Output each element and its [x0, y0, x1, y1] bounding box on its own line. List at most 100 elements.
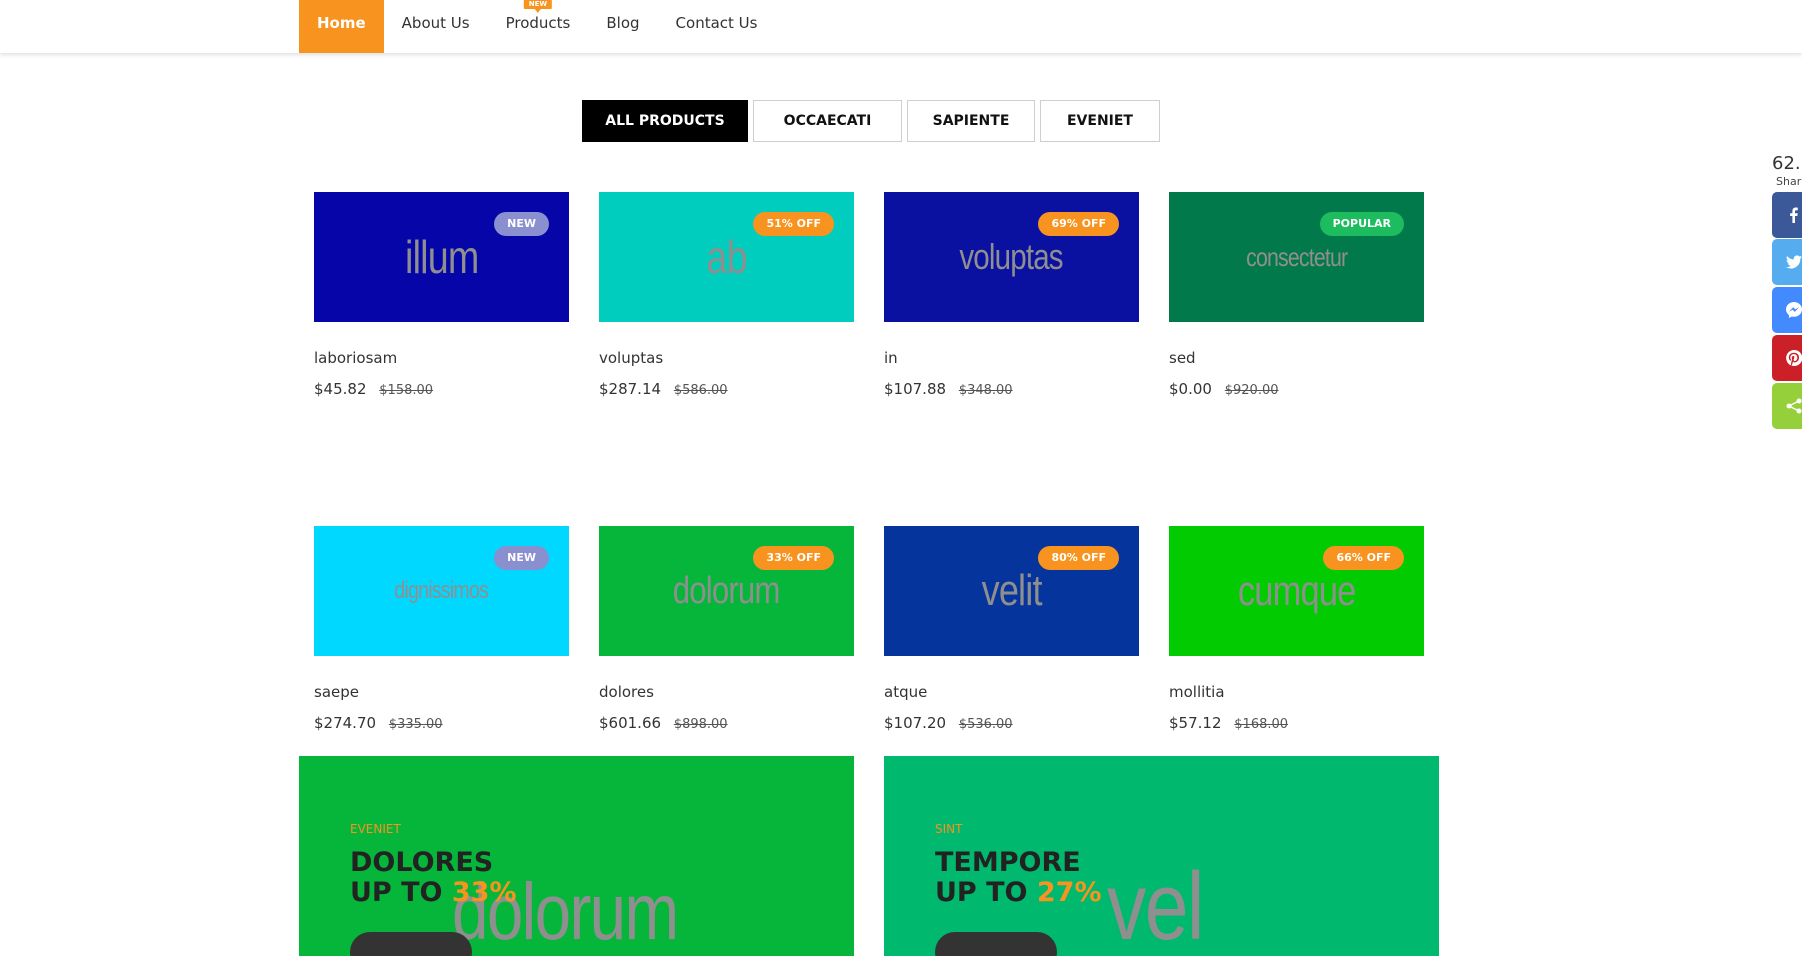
new-badge: NEW [523, 0, 553, 13]
top-navigation-bar: Home About Us NEW Products Blog Contact … [0, 0, 1802, 53]
product-card[interactable]: dignissimos NEW saepe $274.70 $335.00 [314, 526, 569, 732]
banner-title: TEMPORE UP TO 27% [935, 848, 1102, 908]
product-prices: $274.70 $335.00 [314, 714, 569, 732]
facebook-share-button[interactable] [1772, 192, 1802, 238]
product-card[interactable]: illum NEW laboriosam $45.82 $158.00 [314, 192, 569, 398]
product-badge: 66% OFF [1323, 546, 1404, 570]
product-image-text: consectetur [1245, 241, 1348, 272]
product-price: $601.66 [599, 714, 662, 732]
product-price: $57.12 [1169, 714, 1222, 732]
nav-contact-us[interactable]: Contact Us [658, 0, 776, 53]
product-image-text: velit [981, 566, 1042, 615]
product-old-price: $920.00 [1224, 383, 1279, 398]
more-share-button[interactable] [1772, 383, 1802, 429]
product-image[interactable]: consectetur POPULAR [1169, 192, 1424, 322]
share-label: Shar [1776, 175, 1802, 188]
product-card[interactable]: cumque 66% OFF mollitia $57.12 $168.00 [1169, 526, 1424, 732]
product-prices: $601.66 $898.00 [599, 714, 854, 732]
tab-all-products[interactable]: ALL PRODUCTS [582, 100, 748, 142]
messenger-share-button[interactable] [1772, 287, 1802, 333]
banner-title-line1: TEMPORE [935, 847, 1081, 878]
product-price: $107.20 [884, 714, 947, 732]
banner-shop-button[interactable] [350, 932, 472, 956]
product-image[interactable]: dolorum 33% OFF [599, 526, 854, 656]
product-filter-tabs: ALL PRODUCTS OCCAECATI SAPIENTE EVENIET [582, 100, 1160, 142]
product-image-text: dignissimos [394, 577, 490, 604]
product-image[interactable]: dignissimos NEW [314, 526, 569, 656]
product-old-price: $898.00 [673, 717, 728, 732]
product-name[interactable]: voluptas [599, 349, 854, 367]
pinterest-icon [1786, 350, 1802, 366]
tab-occaecati[interactable]: OCCAECATI [753, 100, 902, 142]
product-prices: $0.00 $920.00 [1169, 380, 1424, 398]
product-name[interactable]: dolores [599, 683, 854, 701]
tab-sapiente[interactable]: SAPIENTE [907, 100, 1035, 142]
tab-eveniet[interactable]: EVENIET [1040, 100, 1160, 142]
nav-about-us[interactable]: About Us [384, 0, 488, 53]
product-name[interactable]: in [884, 349, 1139, 367]
product-badge: NEW [494, 546, 549, 570]
product-old-price: $335.00 [388, 717, 443, 732]
product-image-text: ab [706, 231, 747, 283]
product-price: $0.00 [1169, 380, 1212, 398]
nav-products[interactable]: NEW Products [488, 0, 589, 53]
pinterest-share-button[interactable] [1772, 335, 1802, 381]
product-price: $107.88 [884, 380, 947, 398]
product-card[interactable]: voluptas 69% OFF in $107.88 $348.00 [884, 192, 1139, 398]
product-prices: $45.82 $158.00 [314, 380, 569, 398]
product-name[interactable]: laboriosam [314, 349, 569, 367]
product-badge: NEW [494, 212, 549, 236]
product-badge: POPULAR [1319, 212, 1404, 236]
banner-bg-text: vel [1107, 853, 1204, 956]
promo-banner[interactable]: dolorum EVENIET DOLORES UP TO 33% [299, 756, 854, 956]
product-name[interactable]: saepe [314, 683, 569, 701]
product-card[interactable]: ab 51% OFF voluptas $287.14 $586.00 [599, 192, 854, 398]
product-image-text: cumque [1237, 567, 1356, 614]
banner-tag: EVENIET [350, 822, 401, 836]
product-card[interactable]: dolorum 33% OFF dolores $601.66 $898.00 [599, 526, 854, 732]
promo-banner[interactable]: vel SINT TEMPORE UP TO 27% [884, 756, 1439, 956]
product-image[interactable]: cumque 66% OFF [1169, 526, 1424, 656]
product-badge: 51% OFF [753, 212, 834, 236]
banner-title: DOLORES UP TO 33% [350, 848, 517, 908]
product-card[interactable]: velit 80% OFF atque $107.20 $536.00 [884, 526, 1139, 732]
share-count: 62. [1772, 153, 1801, 174]
product-old-price: $536.00 [958, 717, 1013, 732]
product-image[interactable]: ab 51% OFF [599, 192, 854, 322]
share-icon [1786, 398, 1802, 414]
product-image[interactable]: voluptas 69% OFF [884, 192, 1139, 322]
banner-up-to: UP TO [935, 877, 1028, 908]
product-image-text: illum [404, 231, 479, 283]
banner-percent: 33% [451, 877, 517, 908]
product-old-price: $168.00 [1234, 717, 1289, 732]
banner-title-line1: DOLORES [350, 847, 494, 878]
banner-tag: SINT [935, 822, 963, 836]
facebook-icon [1790, 207, 1798, 223]
product-card[interactable]: consectetur POPULAR sed $0.00 $920.00 [1169, 192, 1424, 398]
banner-up-to: UP TO [350, 877, 443, 908]
product-grid: illum NEW laboriosam $45.82 $158.00 ab 5… [314, 192, 1424, 732]
product-name[interactable]: sed [1169, 349, 1424, 367]
product-prices: $287.14 $586.00 [599, 380, 854, 398]
product-price: $45.82 [314, 380, 367, 398]
product-image-text: voluptas [959, 236, 1064, 277]
banner-percent: 27% [1036, 877, 1102, 908]
product-price: $274.70 [314, 714, 377, 732]
banner-shop-button[interactable] [935, 932, 1057, 956]
main-nav: Home About Us NEW Products Blog Contact … [299, 0, 775, 53]
nav-products-label: Products [505, 14, 571, 32]
product-image[interactable]: illum NEW [314, 192, 569, 322]
product-prices: $107.88 $348.00 [884, 380, 1139, 398]
banner-title-line2: UP TO 27% [935, 878, 1102, 908]
product-price: $287.14 [599, 380, 662, 398]
product-name[interactable]: mollitia [1169, 683, 1424, 701]
product-image-text: dolorum [673, 569, 781, 612]
product-image[interactable]: velit 80% OFF [884, 526, 1139, 656]
product-name[interactable]: atque [884, 683, 1139, 701]
messenger-icon [1786, 302, 1802, 318]
product-badge: 33% OFF [753, 546, 834, 570]
nav-home[interactable]: Home [299, 0, 384, 53]
product-badge: 80% OFF [1038, 546, 1119, 570]
twitter-share-button[interactable] [1772, 239, 1802, 285]
nav-blog[interactable]: Blog [588, 0, 657, 53]
